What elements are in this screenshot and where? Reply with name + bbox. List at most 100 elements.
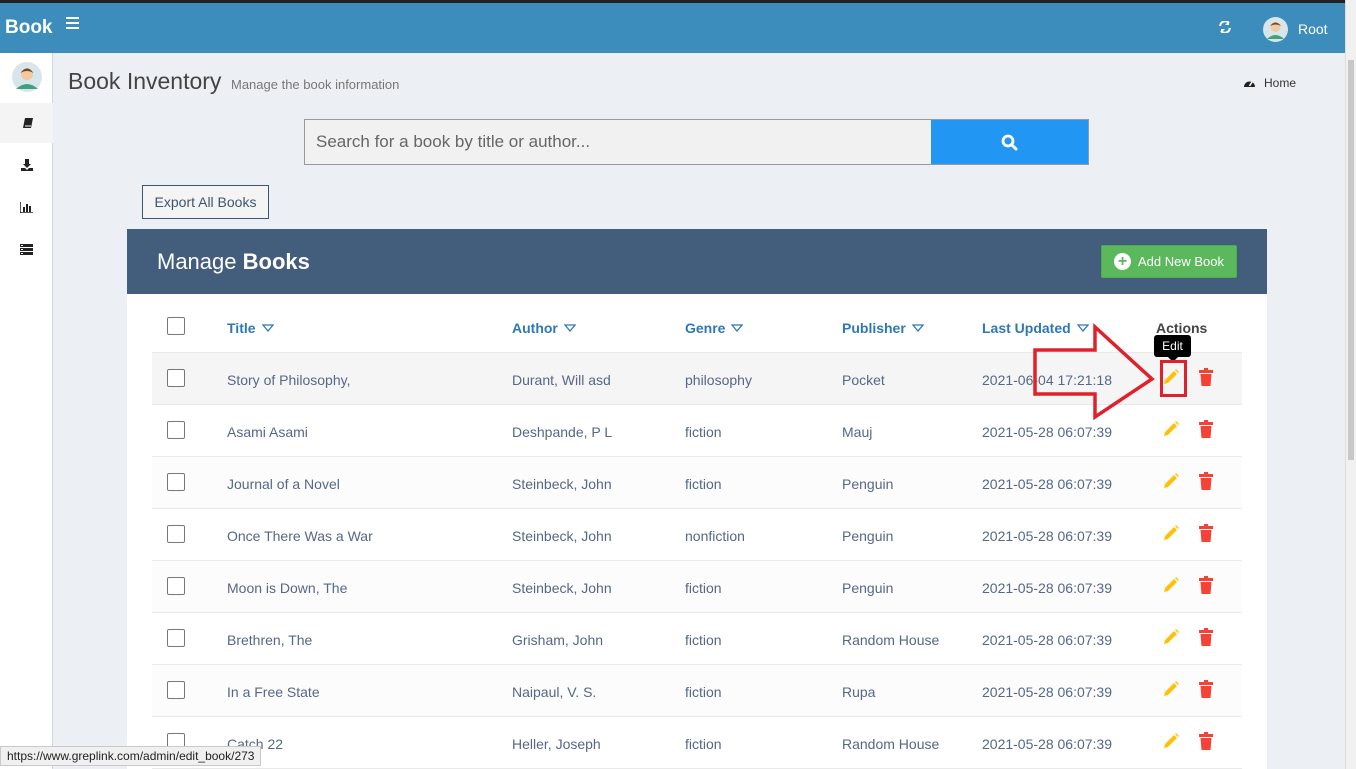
row-checkbox[interactable]: [167, 629, 185, 647]
cell-genre: nonfiction: [685, 528, 745, 544]
cell-title: Brethren, The: [227, 632, 313, 648]
pencil-icon[interactable]: [1162, 732, 1180, 750]
add-new-book-button[interactable]: + Add New Book: [1101, 245, 1237, 278]
status-bar-url: https://www.greplink.com/admin/edit_book…: [0, 746, 262, 766]
cell-updated: 2021-05-28 06:07:39: [982, 424, 1112, 440]
trash-icon[interactable]: [1199, 576, 1217, 594]
cell-title: Asami Asami: [227, 424, 308, 440]
breadcrumb-home[interactable]: Home: [1243, 76, 1296, 90]
row-checkbox[interactable]: [167, 681, 185, 699]
trash-icon[interactable]: [1199, 472, 1217, 490]
panel-title-prefix: Manage: [157, 249, 237, 274]
trash-icon[interactable]: [1199, 680, 1217, 698]
pencil-icon[interactable]: [1162, 628, 1180, 646]
cell-author: Durant, Will asd: [512, 372, 611, 388]
column-author[interactable]: Author: [512, 320, 576, 336]
cell-genre: fiction: [685, 476, 722, 492]
dashboard-icon: [1244, 81, 1255, 87]
cell-publisher: Penguin: [842, 528, 894, 544]
pencil-icon[interactable]: [1162, 472, 1180, 490]
cell-genre: fiction: [685, 580, 722, 596]
book-icon: [23, 118, 33, 128]
cell-publisher: Random House: [842, 736, 940, 752]
page-title: Book Inventory: [68, 68, 222, 94]
cell-publisher: Random House: [842, 632, 940, 648]
cell-author: Grisham, John: [512, 632, 604, 648]
cell-publisher: Rupa: [842, 684, 876, 700]
home-label: Home: [1264, 76, 1297, 90]
pencil-icon[interactable]: [1162, 420, 1180, 438]
cell-title: Story of Philosophy,: [227, 372, 351, 388]
annotation-arrow: [1033, 323, 1155, 421]
cell-genre: fiction: [685, 424, 722, 440]
table-row: Brethren, The Grisham, John fiction Random …: [152, 613, 1242, 665]
search-input[interactable]: [304, 119, 932, 165]
refresh-icon[interactable]: [1219, 20, 1231, 38]
panel-title-bold: Books: [242, 249, 310, 274]
trash-icon[interactable]: [1199, 420, 1217, 438]
cell-author: Heller, Joseph: [512, 736, 601, 752]
chevron-down-icon: [911, 324, 924, 332]
cell-author: Steinbeck, John: [512, 476, 612, 492]
cell-title: In a Free State: [227, 684, 320, 700]
select-all-checkbox[interactable]: [167, 317, 185, 335]
pencil-icon[interactable]: [1162, 524, 1180, 542]
export-all-books-button[interactable]: Export All Books: [142, 185, 269, 219]
row-checkbox[interactable]: [167, 577, 185, 595]
download-icon: [20, 159, 33, 171]
table-row: Moon is Down, The Steinbeck, John fiction P…: [152, 561, 1242, 613]
sidebar-item-reports[interactable]: [0, 187, 53, 227]
hamburger-icon[interactable]: [66, 17, 79, 29]
cell-title: Journal of a Novel: [227, 476, 340, 492]
user-name[interactable]: Root: [1298, 21, 1328, 37]
sidebar-avatar: [12, 62, 42, 92]
table-row: Once There Was a War Steinbeck, John nonfi…: [152, 509, 1242, 561]
trash-icon[interactable]: [1199, 524, 1217, 542]
search-icon: [1001, 134, 1018, 150]
cell-publisher: Pocket: [842, 372, 885, 388]
pencil-icon[interactable]: [1162, 680, 1180, 698]
cell-publisher: Penguin: [842, 476, 894, 492]
cell-author: Deshpande, P L: [512, 424, 613, 440]
search-button[interactable]: [931, 119, 1089, 165]
cell-genre: fiction: [685, 684, 722, 700]
brand-logo[interactable]: Book: [5, 17, 53, 39]
annotation-highlight-box: [1160, 360, 1187, 397]
row-checkbox[interactable]: [167, 421, 185, 439]
column-title[interactable]: Title: [227, 320, 274, 336]
row-checkbox[interactable]: [167, 473, 185, 491]
column-genre[interactable]: Genre: [685, 320, 744, 336]
trash-icon[interactable]: [1199, 368, 1217, 386]
user-avatar[interactable]: [1263, 17, 1288, 42]
cell-genre: fiction: [685, 632, 722, 648]
cell-updated: 2021-05-28 06:07:39: [982, 684, 1112, 700]
scrollbar-thumb[interactable]: [1348, 60, 1354, 460]
panel-header: Manage Books + Add New Book: [127, 229, 1267, 294]
plus-circle-icon: +: [1114, 253, 1131, 270]
cell-title: Moon is Down, The: [227, 580, 348, 596]
table-row: In a Free State Naipaul, V. S. fiction Rupa…: [152, 665, 1242, 717]
manage-books-panel: Manage Books + Add New Book Title Author…: [127, 229, 1267, 769]
cell-title: Once There Was a War: [227, 528, 373, 544]
pencil-icon[interactable]: [1162, 576, 1180, 594]
row-checkbox[interactable]: [167, 369, 185, 387]
cell-author: Steinbeck, John: [512, 580, 612, 596]
table-row: Journal of a Novel Steinbeck, John fiction…: [152, 457, 1242, 509]
chevron-down-icon: [261, 324, 274, 332]
sidebar-item-server[interactable]: [0, 229, 53, 269]
sidebar-item-books[interactable]: [0, 103, 53, 143]
column-publisher[interactable]: Publisher: [842, 320, 924, 336]
trash-icon[interactable]: [1199, 732, 1217, 750]
cell-updated: 2021-05-28 06:07:39: [982, 476, 1112, 492]
cell-publisher: Penguin: [842, 580, 894, 596]
scrollbar[interactable]: [1345, 0, 1356, 769]
server-icon: [20, 243, 33, 255]
chevron-down-icon: [563, 324, 576, 332]
cell-updated: 2021-05-28 06:07:39: [982, 632, 1112, 648]
sidebar: [0, 53, 53, 769]
sidebar-item-download[interactable]: [0, 145, 53, 185]
row-checkbox[interactable]: [167, 525, 185, 543]
bar-chart-icon: [20, 201, 33, 213]
trash-icon[interactable]: [1199, 628, 1217, 646]
cell-genre: philosophy: [685, 372, 752, 388]
